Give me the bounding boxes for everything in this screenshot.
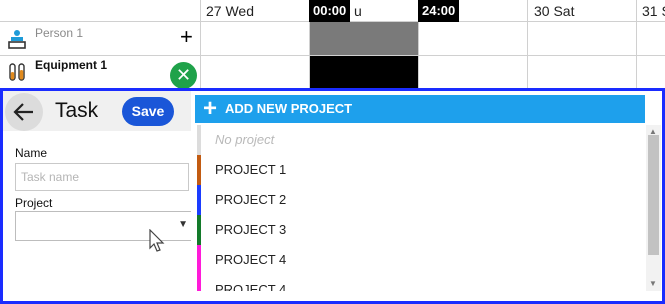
task-panel: Task Save Name Project ▼ + ADD NEW PROJE… xyxy=(0,88,665,304)
day-header: 27 Wed xyxy=(206,3,254,19)
add-new-project-button[interactable]: + ADD NEW PROJECT xyxy=(195,95,645,123)
arrow-left-icon xyxy=(13,103,33,121)
hour-marker: 00:00 xyxy=(309,0,351,22)
add-button[interactable]: + xyxy=(180,26,193,48)
scroll-thumb[interactable] xyxy=(648,135,659,255)
resource-row-person: Person 1 + xyxy=(0,22,200,56)
project-option-label: PROJECT 1 xyxy=(215,162,287,177)
person-desk-icon xyxy=(8,28,26,50)
task-header: Task Save xyxy=(3,91,191,131)
project-option[interactable]: PROJECT 4 xyxy=(197,245,645,275)
task-name-input[interactable] xyxy=(15,163,189,191)
project-label: Project xyxy=(15,196,53,210)
no-project-option[interactable]: No project xyxy=(197,125,645,155)
project-option-label: PROJECT 2 xyxy=(215,192,287,207)
remove-button[interactable]: ✕ xyxy=(170,62,197,89)
day-header: u xyxy=(354,3,362,19)
save-button[interactable]: Save xyxy=(122,97,174,126)
project-option[interactable]: PROJECT 2 xyxy=(197,185,645,215)
project-option-label: PROJECT 3 xyxy=(215,222,287,237)
project-dropdown: + ADD NEW PROJECT No project PROJECT 1 P… xyxy=(191,93,661,291)
grid-line xyxy=(200,0,201,90)
name-label: Name xyxy=(15,146,48,160)
page-title: Task xyxy=(55,99,99,122)
resource-name: Equipment 1 xyxy=(35,58,108,72)
booking-block[interactable] xyxy=(310,56,418,90)
scheduler-grid: 27 Wed u 30 Sat 31 S 00:00 24:00 Person … xyxy=(0,0,665,90)
resource-name: Person 1 xyxy=(35,26,84,40)
mouse-pointer-icon xyxy=(149,228,165,258)
plus-icon: + xyxy=(203,95,218,122)
project-option[interactable]: PROJECT 1 xyxy=(197,155,645,185)
add-new-project-label: ADD NEW PROJECT xyxy=(225,101,353,116)
scroll-down-icon[interactable]: ▼ xyxy=(649,279,657,288)
grid-line xyxy=(636,0,637,90)
day-header: 31 S xyxy=(642,3,665,19)
dropdown-scrollbar[interactable]: ▲ ▼ xyxy=(646,125,661,291)
unavailable-block[interactable] xyxy=(310,22,418,55)
project-option-label: PROJECT 4 xyxy=(215,282,287,291)
back-button[interactable] xyxy=(5,93,43,131)
hour-marker: 24:00 xyxy=(418,0,460,22)
project-option[interactable]: PROJECT 4 xyxy=(197,275,645,291)
day-header: 30 Sat xyxy=(534,3,575,19)
test-tubes-icon xyxy=(8,62,26,84)
project-select[interactable]: ▼ xyxy=(15,211,193,241)
app-root: 27 Wed u 30 Sat 31 S 00:00 24:00 Person … xyxy=(0,0,665,304)
grid-line xyxy=(527,0,528,90)
project-option[interactable]: PROJECT 3 xyxy=(197,215,645,245)
project-option-label: PROJECT 4 xyxy=(215,252,287,267)
resource-row-equipment: Equipment 1 ✕ xyxy=(0,56,200,90)
caret-down-icon: ▼ xyxy=(178,219,188,230)
